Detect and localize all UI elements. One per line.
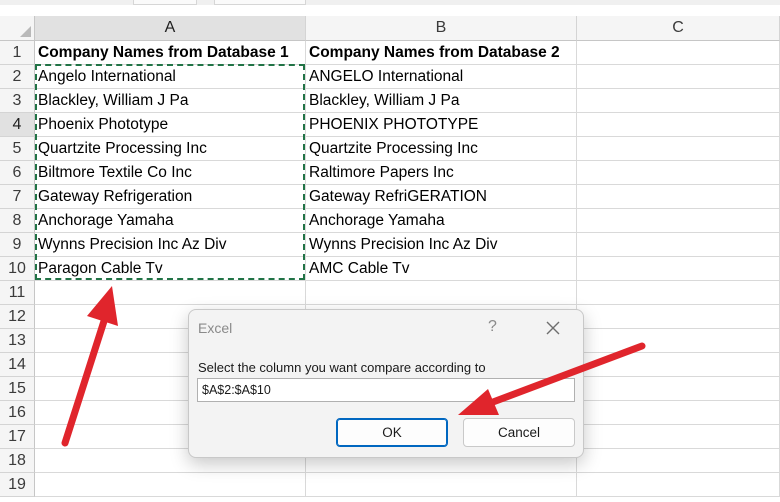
cell-c4[interactable] (577, 113, 780, 137)
row-header-1[interactable]: 1 (0, 41, 35, 65)
cell-b3[interactable]: Blackley, William J Pa (306, 89, 577, 113)
cell-a9[interactable]: Wynns Precision Inc Az Div (35, 233, 306, 257)
row-header-14[interactable]: 14 (0, 353, 35, 377)
cell-a8[interactable]: Anchorage Yamaha (35, 209, 306, 233)
row-header-2[interactable]: 2 (0, 65, 35, 89)
cell-b7[interactable]: Gateway RefriGERATION (306, 185, 577, 209)
row-header-18[interactable]: 18 (0, 449, 35, 473)
row-header-7[interactable]: 7 (0, 185, 35, 209)
row-header-8[interactable]: 8 (0, 209, 35, 233)
select-all-icon (20, 26, 31, 37)
cell-b19[interactable] (306, 473, 577, 497)
ribbon-tab-edge (133, 0, 197, 5)
cell-b6[interactable]: Raltimore Papers Inc (306, 161, 577, 185)
range-input[interactable] (197, 378, 575, 402)
column-header-b[interactable]: B (306, 16, 577, 41)
cell-a10[interactable]: Paragon Cable Tv (35, 257, 306, 281)
row-header-17[interactable]: 17 (0, 425, 35, 449)
ok-button[interactable]: OK (336, 418, 448, 447)
compare-dialog: Excel ? Select the column you want compa… (188, 309, 584, 458)
cell-a19[interactable] (35, 473, 306, 497)
cell-c2[interactable] (577, 65, 780, 89)
row-header-19[interactable]: 19 (0, 473, 35, 497)
cancel-button[interactable]: Cancel (463, 418, 575, 447)
cell-b9[interactable]: Wynns Precision Inc Az Div (306, 233, 577, 257)
dialog-prompt: Select the column you want compare accor… (198, 360, 486, 375)
cell-c14[interactable] (577, 353, 780, 377)
row-header-4[interactable]: 4 (0, 113, 35, 137)
cell-b4[interactable]: PHOENIX PHOTOTYPE (306, 113, 577, 137)
cell-c12[interactable] (577, 305, 780, 329)
row-header-16[interactable]: 16 (0, 401, 35, 425)
cell-b1[interactable]: Company Names from Database 2 (306, 41, 577, 65)
cell-c18[interactable] (577, 449, 780, 473)
row-header-10[interactable]: 10 (0, 257, 35, 281)
column-header-a[interactable]: A (35, 16, 306, 41)
cell-c19[interactable] (577, 473, 780, 497)
cell-c3[interactable] (577, 89, 780, 113)
cell-a5[interactable]: Quartzite Processing Inc (35, 137, 306, 161)
ribbon-tab-edge (214, 0, 306, 5)
cell-a11[interactable] (35, 281, 306, 305)
column-header-c[interactable]: C (577, 16, 780, 41)
cell-c15[interactable] (577, 377, 780, 401)
cell-b8[interactable]: Anchorage Yamaha (306, 209, 577, 233)
row-header-9[interactable]: 9 (0, 233, 35, 257)
cell-a7[interactable]: Gateway Refrigeration (35, 185, 306, 209)
row-header-11[interactable]: 11 (0, 281, 35, 305)
row-header-13[interactable]: 13 (0, 329, 35, 353)
cell-c7[interactable] (577, 185, 780, 209)
cell-c5[interactable] (577, 137, 780, 161)
row-header-12[interactable]: 12 (0, 305, 35, 329)
close-button[interactable] (541, 316, 565, 340)
cell-c9[interactable] (577, 233, 780, 257)
cell-c8[interactable] (577, 209, 780, 233)
close-icon (546, 321, 560, 335)
cell-b10[interactable]: AMC Cable Tv (306, 257, 577, 281)
cell-a2[interactable]: Angelo International (35, 65, 306, 89)
row-header-15[interactable]: 15 (0, 377, 35, 401)
cell-c13[interactable] (577, 329, 780, 353)
cell-c10[interactable] (577, 257, 780, 281)
help-button[interactable]: ? (488, 318, 497, 336)
cell-a1[interactable]: Company Names from Database 1 (35, 41, 306, 65)
cell-c6[interactable] (577, 161, 780, 185)
row-header-6[interactable]: 6 (0, 161, 35, 185)
cell-a6[interactable]: Biltmore Textile Co Inc (35, 161, 306, 185)
cell-a3[interactable]: Blackley, William J Pa (35, 89, 306, 113)
cell-b5[interactable]: Quartzite Processing Inc (306, 137, 577, 161)
cell-c17[interactable] (577, 425, 780, 449)
cell-c16[interactable] (577, 401, 780, 425)
cell-b2[interactable]: ANGELO International (306, 65, 577, 89)
cell-b11[interactable] (306, 281, 577, 305)
ribbon-edge (0, 0, 780, 5)
row-header-3[interactable]: 3 (0, 89, 35, 113)
select-all-button[interactable] (0, 16, 35, 41)
row-header-5[interactable]: 5 (0, 137, 35, 161)
cell-a4[interactable]: Phoenix Phototype (35, 113, 306, 137)
cell-c1[interactable] (577, 41, 780, 65)
cell-c11[interactable] (577, 281, 780, 305)
dialog-title: Excel (198, 320, 233, 336)
